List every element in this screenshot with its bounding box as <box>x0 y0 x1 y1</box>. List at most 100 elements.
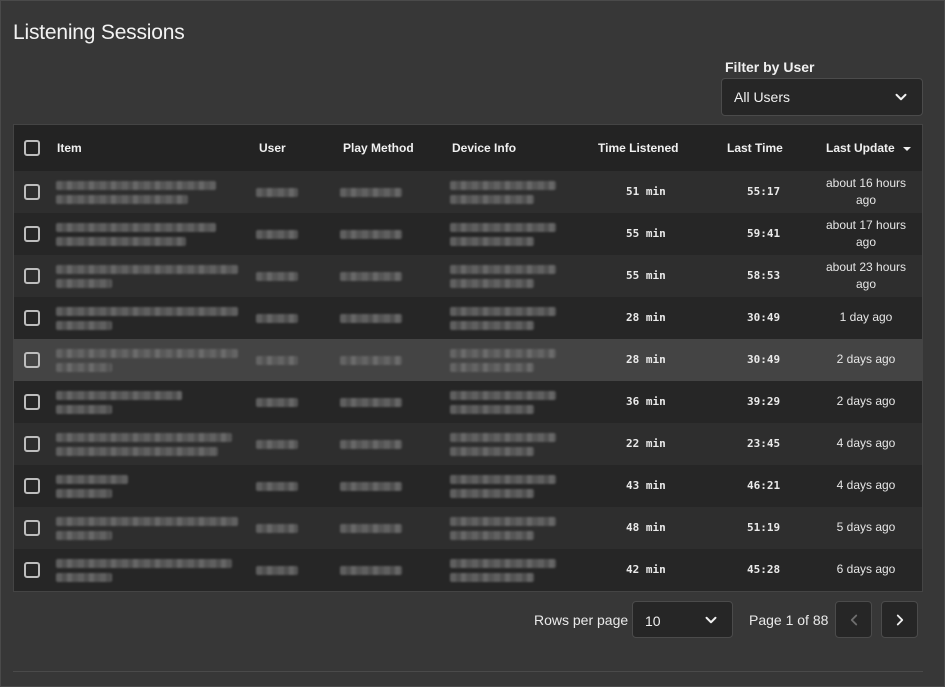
last-update-cell: 5 days ago <box>836 520 896 534</box>
table-body: 51 min 55:17 about 16 hours ago 55 min 59:41… <box>14 171 922 591</box>
last-update-cell: 6 days ago <box>836 562 896 576</box>
filter-label: Filter by User <box>725 59 815 75</box>
device-info-line1-redacted <box>450 433 556 442</box>
user-redacted <box>256 230 298 239</box>
item-author-redacted <box>56 447 218 456</box>
col-device-info-header[interactable]: Device Info <box>452 141 516 155</box>
chevron-down-icon <box>895 93 907 101</box>
item-author-redacted <box>56 573 112 582</box>
user-redacted <box>256 356 298 365</box>
device-info-line2-redacted <box>450 405 534 414</box>
time-listened-cell: 36 min <box>626 395 666 408</box>
last-time-cell: 59:41 <box>747 227 781 240</box>
last-time-cell: 45:28 <box>747 563 781 576</box>
play-method-redacted <box>340 230 402 239</box>
table-row[interactable]: 55 min 59:41 about 17 hours ago <box>14 213 922 255</box>
device-info-line1-redacted <box>450 391 556 400</box>
col-play-method-header[interactable]: Play Method <box>343 141 414 155</box>
device-info-line1-redacted <box>450 265 556 274</box>
time-listened-cell: 55 min <box>626 269 666 282</box>
col-item-header[interactable]: Item <box>57 141 82 155</box>
device-info-line2-redacted <box>450 447 534 456</box>
chevron-right-icon <box>896 614 903 625</box>
row-checkbox[interactable] <box>24 184 40 200</box>
last-time-cell: 39:29 <box>747 395 781 408</box>
row-checkbox[interactable] <box>24 478 40 494</box>
last-update-cell: 2 days ago <box>836 394 896 408</box>
table-row[interactable]: 36 min 39:29 2 days ago <box>14 381 922 423</box>
table-row[interactable]: 51 min 55:17 about 16 hours ago <box>14 171 922 213</box>
table-row[interactable]: 42 min 45:28 6 days ago <box>14 549 922 591</box>
table-row[interactable]: 48 min 51:19 5 days ago <box>14 507 922 549</box>
sessions-table: Item User Play Method Device Info Time L… <box>13 124 923 592</box>
device-info-line1-redacted <box>450 475 556 484</box>
last-time-cell: 23:45 <box>747 437 781 450</box>
device-info-line1-redacted <box>450 181 556 190</box>
row-checkbox[interactable] <box>24 226 40 242</box>
time-listened-cell: 51 min <box>626 185 666 198</box>
col-user-header[interactable]: User <box>259 141 286 155</box>
last-time-cell: 58:53 <box>747 269 781 282</box>
table-row[interactable]: 43 min 46:21 4 days ago <box>14 465 922 507</box>
device-info-line2-redacted <box>450 279 534 288</box>
row-checkbox[interactable] <box>24 394 40 410</box>
last-time-cell: 55:17 <box>747 185 781 198</box>
last-update-cell: 1 day ago <box>839 310 893 324</box>
table-row[interactable]: 28 min 30:49 2 days ago <box>14 339 922 381</box>
item-author-redacted <box>56 195 188 204</box>
user-redacted <box>256 566 298 575</box>
user-redacted <box>256 524 298 533</box>
table-row[interactable]: 22 min 23:45 4 days ago <box>14 423 922 465</box>
play-method-redacted <box>340 356 402 365</box>
row-checkbox[interactable] <box>24 520 40 536</box>
rows-per-page-value: 10 <box>645 613 661 629</box>
last-update-cell: about 16 hours ago <box>825 176 907 207</box>
play-method-redacted <box>340 398 402 407</box>
row-checkbox[interactable] <box>24 310 40 326</box>
table-row[interactable]: 28 min 30:49 1 day ago <box>14 297 922 339</box>
play-method-redacted <box>340 314 402 323</box>
item-title-redacted <box>56 307 238 316</box>
play-method-redacted <box>340 440 402 449</box>
item-title-redacted <box>56 265 238 274</box>
time-listened-cell: 55 min <box>626 227 666 240</box>
play-method-redacted <box>340 524 402 533</box>
col-last-time-header[interactable]: Last Time <box>727 141 783 155</box>
time-listened-cell: 28 min <box>626 311 666 324</box>
next-page-button[interactable] <box>881 601 918 638</box>
time-listened-cell: 22 min <box>626 437 666 450</box>
play-method-redacted <box>340 566 402 575</box>
item-author-redacted <box>56 321 112 330</box>
time-listened-cell: 43 min <box>626 479 666 492</box>
row-checkbox[interactable] <box>24 352 40 368</box>
play-method-redacted <box>340 272 402 281</box>
col-time-listened-header[interactable]: Time Listened <box>598 141 678 155</box>
item-title-redacted <box>56 433 232 442</box>
time-listened-cell: 28 min <box>626 353 666 366</box>
item-author-redacted <box>56 363 112 372</box>
time-listened-cell: 48 min <box>626 521 666 534</box>
item-title-redacted <box>56 475 128 484</box>
last-time-cell: 30:49 <box>747 311 781 324</box>
play-method-redacted <box>340 188 402 197</box>
item-author-redacted <box>56 237 186 246</box>
last-update-cell: 4 days ago <box>836 478 896 492</box>
col-last-update-header[interactable]: Last Update <box>826 141 912 155</box>
rows-per-page-select[interactable]: 10 <box>632 601 733 638</box>
table-row[interactable]: 55 min 58:53 about 23 hours ago <box>14 255 922 297</box>
user-redacted <box>256 482 298 491</box>
table-header: Item User Play Method Device Info Time L… <box>14 125 922 171</box>
user-redacted <box>256 272 298 281</box>
prev-page-button[interactable] <box>835 601 872 638</box>
device-info-line2-redacted <box>450 363 534 372</box>
user-redacted <box>256 440 298 449</box>
row-checkbox[interactable] <box>24 268 40 284</box>
row-checkbox[interactable] <box>24 562 40 578</box>
select-all-checkbox[interactable] <box>24 140 40 156</box>
device-info-line1-redacted <box>450 559 556 568</box>
row-checkbox[interactable] <box>24 436 40 452</box>
user-filter-value: All Users <box>734 89 791 105</box>
user-filter-select[interactable]: All Users <box>721 78 923 116</box>
sort-desc-icon <box>903 146 912 151</box>
item-title-redacted <box>56 223 216 232</box>
